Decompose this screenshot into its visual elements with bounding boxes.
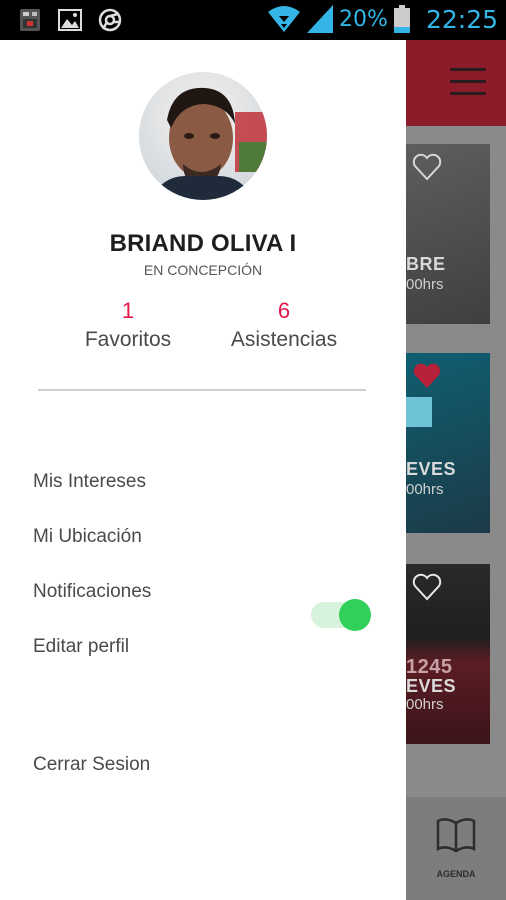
favorites-label: Favoritos (84, 328, 172, 351)
app-header (406, 40, 506, 126)
menu-item-cerrar-sesion[interactable]: Cerrar Sesion (33, 754, 150, 776)
tab-agenda-label: AGENDA (436, 869, 476, 879)
background-app: BRE 00hrs EVES 00hrs 1245 EVES 00hrs AGE… (406, 40, 506, 900)
attendances-label: Asistencias (230, 328, 338, 351)
favorites-count: 1 (121, 298, 135, 323)
event-time-text: 00hrs (406, 481, 444, 498)
system-icons: 20% 22:25 (267, 4, 498, 34)
attendances-stat[interactable]: 6 Asistencias (204, 298, 364, 352)
chrome-icon (98, 8, 122, 32)
signal-icon (307, 5, 334, 33)
avatar[interactable] (139, 72, 267, 200)
heart-outline-icon (412, 573, 442, 601)
battery-percentage: 20% (339, 6, 388, 32)
event-card: BRE 00hrs (406, 144, 490, 324)
event-date-text: EVES (406, 676, 457, 696)
user-location: EN CONCEPCIÓN (143, 262, 263, 278)
profile-photo (139, 72, 267, 200)
sim-card-icon (20, 9, 40, 31)
menu-item-mis-intereses[interactable]: Mis Intereses (33, 471, 146, 493)
battery-icon (393, 5, 410, 33)
heart-filled-icon (413, 363, 441, 388)
event-date-text: EVES (406, 459, 457, 479)
event-card: EVES 00hrs (406, 353, 490, 533)
toggle-thumb (339, 599, 371, 631)
navigation-drawer: BRIAND OLIVA I EN CONCEPCIÓN 1 Favoritos… (0, 40, 406, 900)
status-bar: 20% 22:25 (0, 0, 506, 40)
notification-icons (18, 8, 122, 32)
event-card: 1245 EVES 00hrs (406, 564, 490, 744)
menu-item-notificaciones[interactable]: Notificaciones (33, 581, 151, 603)
event-time-text: 00hrs (406, 696, 444, 713)
attendances-count: 6 (277, 298, 291, 323)
user-name: BRIAND OLIVA I (109, 230, 297, 257)
clock: 22:25 (425, 4, 498, 34)
event-date-text: BRE (406, 254, 446, 274)
notifications-toggle[interactable] (311, 596, 371, 634)
event-art (406, 397, 432, 427)
filter-menu-icon (450, 68, 486, 104)
book-icon (436, 818, 476, 853)
wifi-icon (268, 6, 301, 32)
event-time-text: 00hrs (406, 276, 444, 293)
menu-item-editar-perfil[interactable]: Editar perfil (33, 636, 129, 658)
divider (38, 389, 366, 391)
bottom-tab-bar: AGENDA (406, 797, 506, 900)
image-icon (58, 9, 82, 31)
favorites-stat[interactable]: 1 Favoritos (48, 298, 208, 352)
menu-item-mi-ubicacion[interactable]: Mi Ubicación (33, 526, 142, 548)
heart-outline-icon (412, 153, 442, 181)
